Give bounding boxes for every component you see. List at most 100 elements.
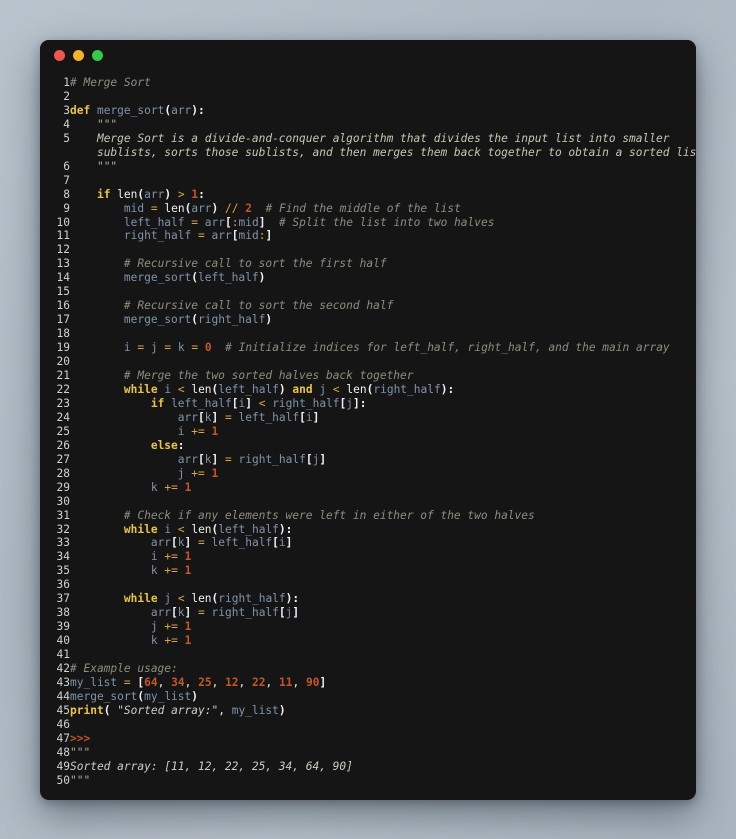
code-line[interactable]: 28 j += 1: [40, 467, 696, 481]
line-source[interactable]: [70, 174, 696, 188]
line-source[interactable]: else:: [70, 439, 696, 453]
code-line[interactable]: 21 # Merge the two sorted halves back to…: [40, 369, 696, 383]
code-line[interactable]: 5 Merge Sort is a divide-and-conquer alg…: [40, 132, 696, 146]
code-line[interactable]: 11 right_half = arr[mid:]: [40, 229, 696, 243]
code-line[interactable]: 44 merge_sort(my_list): [40, 690, 696, 704]
line-source[interactable]: k += 1: [70, 634, 696, 648]
line-source[interactable]: def merge_sort(arr):: [70, 104, 696, 118]
line-source[interactable]: right_half = arr[mid:]: [70, 229, 696, 243]
line-source[interactable]: merge_sort(my_list): [70, 690, 696, 704]
window-titlebar[interactable]: [40, 40, 696, 70]
line-source[interactable]: [70, 495, 696, 509]
code-line[interactable]: 31 # Check if any elements were left in …: [40, 509, 696, 523]
line-source[interactable]: while j < len(right_half):: [70, 592, 696, 606]
minimize-window-icon[interactable]: [73, 49, 84, 61]
code-line[interactable]: 43 my_list = [64, 34, 25, 12, 22, 11, 90]: [40, 676, 696, 690]
line-source[interactable]: """: [70, 774, 696, 788]
line-source[interactable]: sublists, sorts those sublists, and then…: [70, 146, 696, 160]
line-source[interactable]: [70, 243, 696, 257]
line-source[interactable]: arr[k] = right_half[j]: [70, 606, 696, 620]
line-source[interactable]: merge_sort(right_half): [70, 313, 696, 327]
line-source[interactable]: # Recursive call to sort the first half: [70, 257, 696, 271]
code-line[interactable]: 42 # Example usage:: [40, 662, 696, 676]
line-source[interactable]: mid = len(arr) // 2 # Find the middle of…: [70, 202, 696, 216]
line-source[interactable]: Merge Sort is a divide-and-conquer algor…: [70, 132, 696, 146]
line-source[interactable]: j += 1: [70, 467, 696, 481]
code-line[interactable]: 30: [40, 495, 696, 509]
line-source[interactable]: arr[k] = left_half[i]: [70, 536, 696, 550]
line-source[interactable]: arr[k] = right_half[j]: [70, 453, 696, 467]
code-line[interactable]: 3 def merge_sort(arr):: [40, 104, 696, 118]
line-source[interactable]: """: [70, 746, 696, 760]
code-line[interactable]: 45 print( "Sorted array:", my_list): [40, 704, 696, 718]
code-line[interactable]: 2: [40, 90, 696, 104]
code-line[interactable]: 39 j += 1: [40, 620, 696, 634]
code-line[interactable]: 40 k += 1: [40, 634, 696, 648]
line-source[interactable]: [70, 90, 696, 104]
code-line[interactable]: 24 arr[k] = left_half[i]: [40, 411, 696, 425]
code-line[interactable]: 4 """: [40, 118, 696, 132]
line-source[interactable]: # Recursive call to sort the second half: [70, 299, 696, 313]
code-line[interactable]: 17 merge_sort(right_half): [40, 313, 696, 327]
line-source[interactable]: print( "Sorted array:", my_list): [70, 704, 696, 718]
code-line[interactable]: 6 """: [40, 160, 696, 174]
maximize-window-icon[interactable]: [92, 49, 103, 61]
line-source[interactable]: if left_half[i] < right_half[j]:: [70, 397, 696, 411]
code-line[interactable]: 37 while j < len(right_half):: [40, 592, 696, 606]
code-line[interactable]: 20: [40, 355, 696, 369]
line-source[interactable]: # Example usage:: [70, 662, 696, 676]
code-line[interactable]: 49 Sorted array: [11, 12, 22, 25, 34, 64,…: [40, 760, 696, 774]
line-source[interactable]: [70, 327, 696, 341]
line-source[interactable]: k += 1: [70, 564, 696, 578]
line-source[interactable]: """: [70, 160, 696, 174]
line-source[interactable]: >>>: [70, 732, 696, 746]
line-source[interactable]: left_half = arr[:mid] # Split the list i…: [70, 216, 696, 230]
line-source[interactable]: i = j = k = 0 # Initialize indices for l…: [70, 341, 696, 355]
code-line[interactable]: 41: [40, 648, 696, 662]
code-line[interactable]: 33 arr[k] = left_half[i]: [40, 536, 696, 550]
code-line[interactable]: 36: [40, 578, 696, 592]
line-source[interactable]: while i < len(left_half) and j < len(rig…: [70, 383, 696, 397]
line-source[interactable]: merge_sort(left_half): [70, 271, 696, 285]
line-source[interactable]: """: [70, 118, 696, 132]
line-source[interactable]: arr[k] = left_half[i]: [70, 411, 696, 425]
line-source[interactable]: j += 1: [70, 620, 696, 634]
line-source[interactable]: [70, 648, 696, 662]
code-line[interactable]: 22 while i < len(left_half) and j < len(…: [40, 383, 696, 397]
line-source[interactable]: i += 1: [70, 550, 696, 564]
code-line[interactable]: 1 # Merge Sort: [40, 76, 696, 90]
code-line[interactable]: 7: [40, 174, 696, 188]
line-source[interactable]: [70, 285, 696, 299]
code-line[interactable]: 27 arr[k] = right_half[j]: [40, 453, 696, 467]
code-line[interactable]: 38 arr[k] = right_half[j]: [40, 606, 696, 620]
line-source[interactable]: # Merge Sort: [70, 76, 696, 90]
code-line[interactable]: 25 i += 1: [40, 425, 696, 439]
code-line[interactable]: 46: [40, 718, 696, 732]
line-source[interactable]: my_list = [64, 34, 25, 12, 22, 11, 90]: [70, 676, 696, 690]
line-source[interactable]: # Merge the two sorted halves back toget…: [70, 369, 696, 383]
code-line[interactable]: 19 i = j = k = 0 # Initialize indices fo…: [40, 341, 696, 355]
line-source[interactable]: [70, 718, 696, 732]
code-line[interactable]: 48 """: [40, 746, 696, 760]
code-line[interactable]: 50 """: [40, 774, 696, 788]
line-source[interactable]: i += 1: [70, 425, 696, 439]
code-line[interactable]: 15: [40, 285, 696, 299]
line-source[interactable]: if len(arr) > 1:: [70, 188, 696, 202]
code-line[interactable]: 26 else:: [40, 439, 696, 453]
close-window-icon[interactable]: [54, 49, 65, 61]
code-line[interactable]: 34 i += 1: [40, 550, 696, 564]
code-line[interactable]: 9 mid = len(arr) // 2 # Find the middle …: [40, 202, 696, 216]
code-line[interactable]: 23 if left_half[i] < right_half[j]:: [40, 397, 696, 411]
line-source[interactable]: [70, 355, 696, 369]
line-source[interactable]: [70, 578, 696, 592]
line-source[interactable]: while i < len(left_half):: [70, 523, 696, 537]
line-source[interactable]: # Check if any elements were left in eit…: [70, 509, 696, 523]
code-line[interactable]: 47 >>>: [40, 732, 696, 746]
code-line[interactable]: sublists, sorts those sublists, and then…: [40, 146, 696, 160]
code-line[interactable]: 14 merge_sort(left_half): [40, 271, 696, 285]
line-source[interactable]: Sorted array: [11, 12, 22, 25, 34, 64, 9…: [70, 760, 696, 774]
code-line[interactable]: 35 k += 1: [40, 564, 696, 578]
line-source[interactable]: k += 1: [70, 481, 696, 495]
code-line[interactable]: 13 # Recursive call to sort the first ha…: [40, 257, 696, 271]
code-line[interactable]: 16 # Recursive call to sort the second h…: [40, 299, 696, 313]
